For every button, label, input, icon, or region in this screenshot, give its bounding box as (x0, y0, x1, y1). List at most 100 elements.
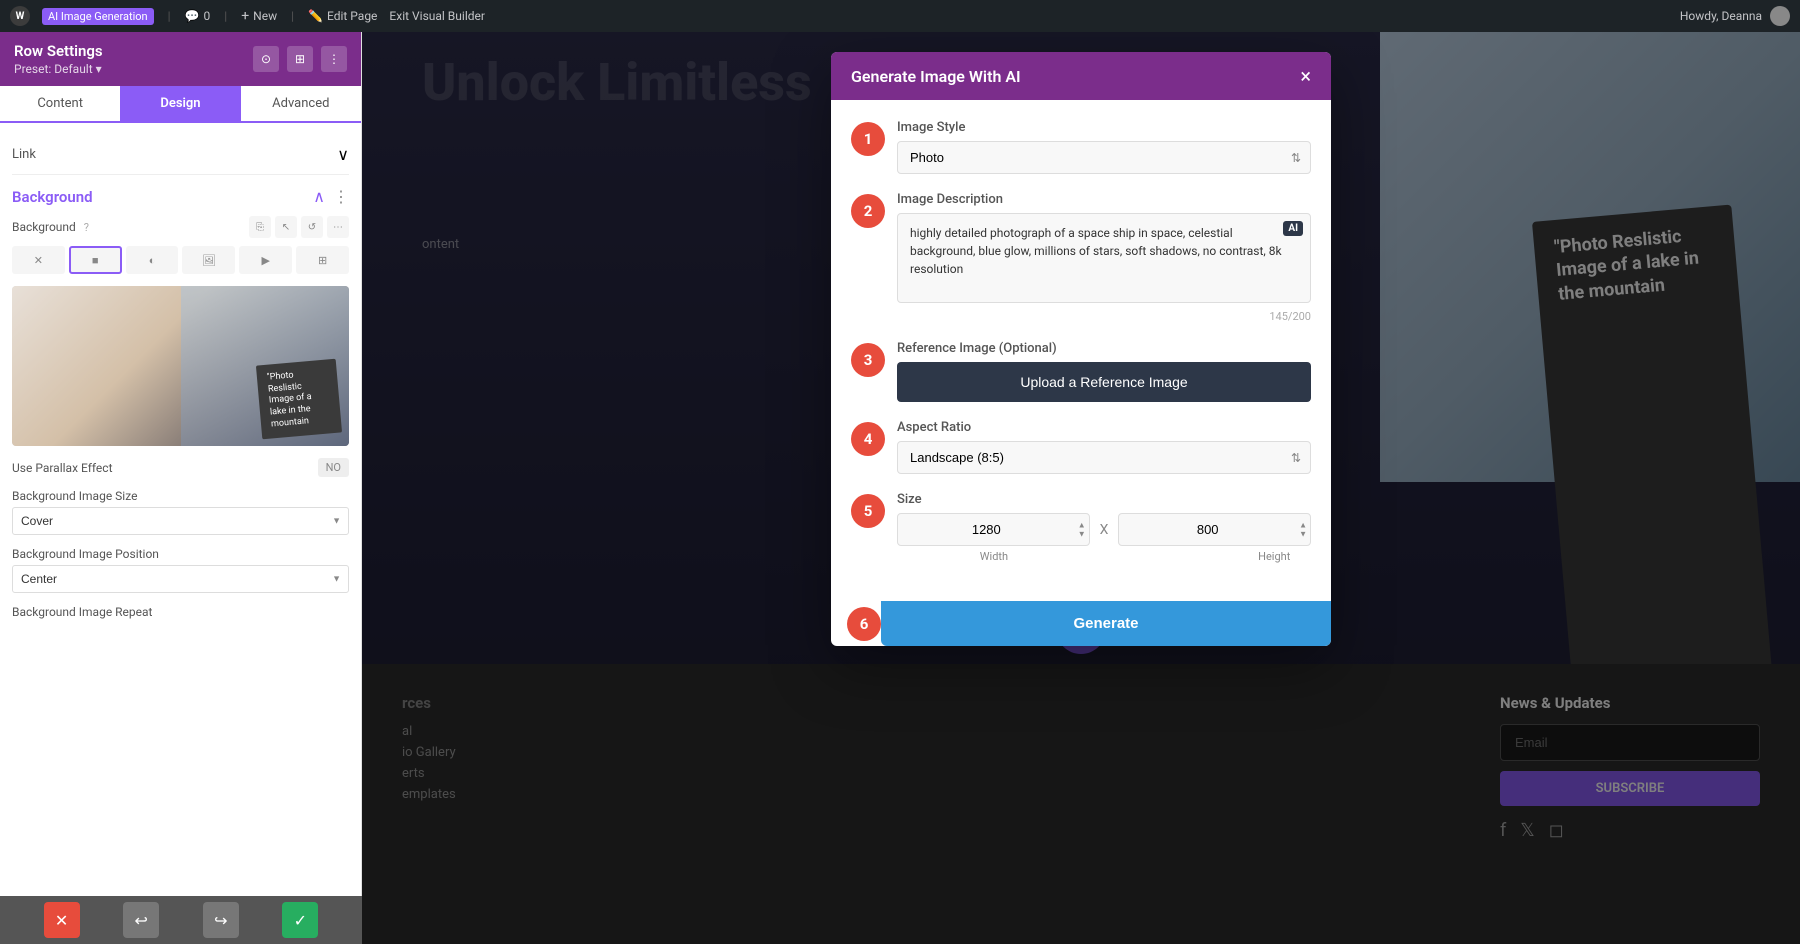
step-1-row: 1 Image Style Photo Illustration Digital… (851, 120, 1311, 174)
admin-bar-right: Howdy, Deanna (1680, 6, 1790, 26)
image-size-select-wrapper: Cover (12, 507, 349, 535)
bg-type-color[interactable]: ■ (69, 246, 122, 274)
background-section-header: Background ∧ ⋮ (12, 187, 349, 206)
bg-help-icon[interactable]: ? (84, 221, 89, 234)
tab-content[interactable]: Content (0, 86, 120, 121)
height-spinners: ▲ ▼ (1299, 521, 1307, 538)
user-avatar[interactable] (1770, 6, 1790, 26)
copy-icon-button[interactable]: ⎘ (249, 216, 271, 238)
modal-close-button[interactable]: × (1300, 66, 1311, 86)
parallax-label: Use Parallax Effect (12, 461, 113, 475)
admin-divider-3: | (291, 9, 294, 23)
image-size-select[interactable]: Cover (12, 507, 349, 535)
step-3-label: Reference Image (Optional) (897, 341, 1311, 356)
height-down-icon[interactable]: ▼ (1299, 530, 1307, 538)
reset-icon-button[interactable]: ↺ (301, 216, 323, 238)
thumbnail-preview: "Photo Reslistic Image of a lake in the … (12, 286, 349, 446)
description-textarea-wrapper: AI (897, 213, 1311, 307)
admin-bar: W AI Image Generation | 💬 0 | + New | ✏️… (0, 0, 1800, 32)
sidebar-header: Row Settings Preset: Default ▾ ⊙ ⊞ ⋮ (0, 32, 361, 86)
generate-button[interactable]: Generate (881, 601, 1331, 646)
sidebar-actions: ⊙ ⊞ ⋮ (253, 46, 347, 72)
pencil-icon: ✏️ (308, 9, 323, 23)
more-icon-button[interactable]: ⋯ (327, 216, 349, 238)
edit-page-label: Edit Page (327, 9, 377, 23)
cursor-icon-button[interactable]: ↖ (275, 216, 297, 238)
image-style-select[interactable]: Photo Illustration Digital Art Watercolo… (897, 141, 1311, 174)
tab-design[interactable]: Design (120, 86, 240, 121)
modal-footer: 6 Generate (831, 601, 1331, 646)
step-5-content: Size ▲ ▼ X (897, 492, 1311, 563)
image-repeat-label: Background Image Repeat (12, 605, 349, 619)
cancel-button[interactable]: ✕ (44, 902, 80, 938)
comment-number: 0 (204, 9, 211, 23)
undo-button[interactable]: ↩ (123, 902, 159, 938)
new-label: New (253, 9, 277, 23)
ai-image-generation-link[interactable]: AI Image Generation (42, 8, 154, 25)
image-size-label: Background Image Size (12, 489, 349, 503)
modal-title: Generate Image With AI (851, 67, 1021, 86)
size-labels: Width Height (897, 550, 1311, 563)
bg-type-image[interactable]: 🖼 (182, 246, 235, 274)
width-input-wrapper: ▲ ▼ (897, 513, 1090, 546)
target-icon-button[interactable]: ⊙ (253, 46, 279, 72)
image-position-select[interactable]: Center (12, 565, 349, 593)
step-2-content: Image Description AI 145/200 (897, 192, 1311, 323)
exit-builder-label: Exit Visual Builder (389, 9, 485, 23)
parallax-toggle[interactable]: NO (318, 458, 349, 477)
collapse-icon[interactable]: ∧ (313, 187, 325, 206)
width-down-icon[interactable]: ▼ (1078, 530, 1086, 538)
sidebar: Row Settings Preset: Default ▾ ⊙ ⊞ ⋮ Con… (0, 32, 362, 944)
step-5-badge: 5 (851, 494, 885, 528)
comment-count[interactable]: 💬 0 (185, 9, 211, 23)
modal-header: Generate Image With AI × (831, 52, 1331, 100)
height-input[interactable] (1118, 513, 1311, 546)
aspect-ratio-select[interactable]: Landscape (8:5) Portrait (5:8) Square (1… (897, 441, 1311, 474)
chevron-down-icon: ▾ (96, 62, 102, 76)
add-new-button[interactable]: + New (241, 8, 277, 24)
admin-divider-1: | (168, 9, 171, 23)
image-position-field: Background Image Position Center (12, 547, 349, 593)
modal-body: 1 Image Style Photo Illustration Digital… (831, 100, 1331, 601)
char-count: 145/200 (897, 310, 1311, 323)
save-button[interactable]: ✓ (282, 902, 318, 938)
height-up-icon[interactable]: ▲ (1299, 521, 1307, 529)
step-5-label: Size (897, 492, 1311, 507)
image-repeat-field: Background Image Repeat (12, 605, 349, 619)
modal-overlay: Generate Image With AI × 1 Image Style P… (362, 32, 1800, 944)
bg-type-row: ✕ ■ ◐ 🖼 ▶ ⊞ (12, 246, 349, 274)
main-content: Unlock Limitless "Photo Reslistic Image … (362, 32, 1800, 944)
wp-logo-icon[interactable]: W (10, 6, 30, 26)
width-input[interactable] (897, 513, 1090, 546)
bg-type-pattern[interactable]: ⊞ (296, 246, 349, 274)
step-3-badge: 3 (851, 343, 885, 377)
step-1-content: Image Style Photo Illustration Digital A… (897, 120, 1311, 174)
background-section: Background ∧ ⋮ Background ? ⎘ ↖ ↺ ⋯ (12, 187, 349, 619)
preset-label: Preset: Default (14, 62, 93, 76)
step-2-badge: 2 (851, 194, 885, 228)
sidebar-preset[interactable]: Preset: Default ▾ (14, 62, 103, 76)
step-3-row: 3 Reference Image (Optional) Upload a Re… (851, 341, 1311, 402)
page-background: Unlock Limitless "Photo Reslistic Image … (362, 32, 1800, 944)
sidebar-content: Link ∨ Background ∧ ⋮ Background ? ⎘ ↖ (0, 123, 361, 944)
tab-advanced[interactable]: Advanced (241, 86, 361, 121)
bg-type-none[interactable]: ✕ (12, 246, 65, 274)
step-4-badge: 4 (851, 422, 885, 456)
more-options-icon-button[interactable]: ⋮ (321, 46, 347, 72)
width-up-icon[interactable]: ▲ (1078, 521, 1086, 529)
howdy-text: Howdy, Deanna (1680, 9, 1762, 23)
link-section-title: Link (12, 147, 36, 162)
image-description-textarea[interactable] (897, 213, 1311, 303)
exit-builder-button[interactable]: Exit Visual Builder (389, 9, 485, 23)
redo-button[interactable]: ↪ (203, 902, 239, 938)
edit-page-button[interactable]: ✏️ Edit Page (308, 9, 377, 23)
image-style-select-wrapper: Photo Illustration Digital Art Watercolo… (897, 141, 1311, 174)
bg-type-gradient[interactable]: ◐ (126, 246, 179, 274)
upload-reference-button[interactable]: Upload a Reference Image (897, 362, 1311, 402)
link-section[interactable]: Link ∨ (12, 135, 349, 175)
layout-icon-button[interactable]: ⊞ (287, 46, 313, 72)
step-2-label: Image Description (897, 192, 1311, 207)
bg-thumbnail: "Photo Reslistic Image of a lake in the … (12, 286, 349, 446)
bg-type-video[interactable]: ▶ (239, 246, 292, 274)
more-bg-icon[interactable]: ⋮ (333, 187, 349, 206)
